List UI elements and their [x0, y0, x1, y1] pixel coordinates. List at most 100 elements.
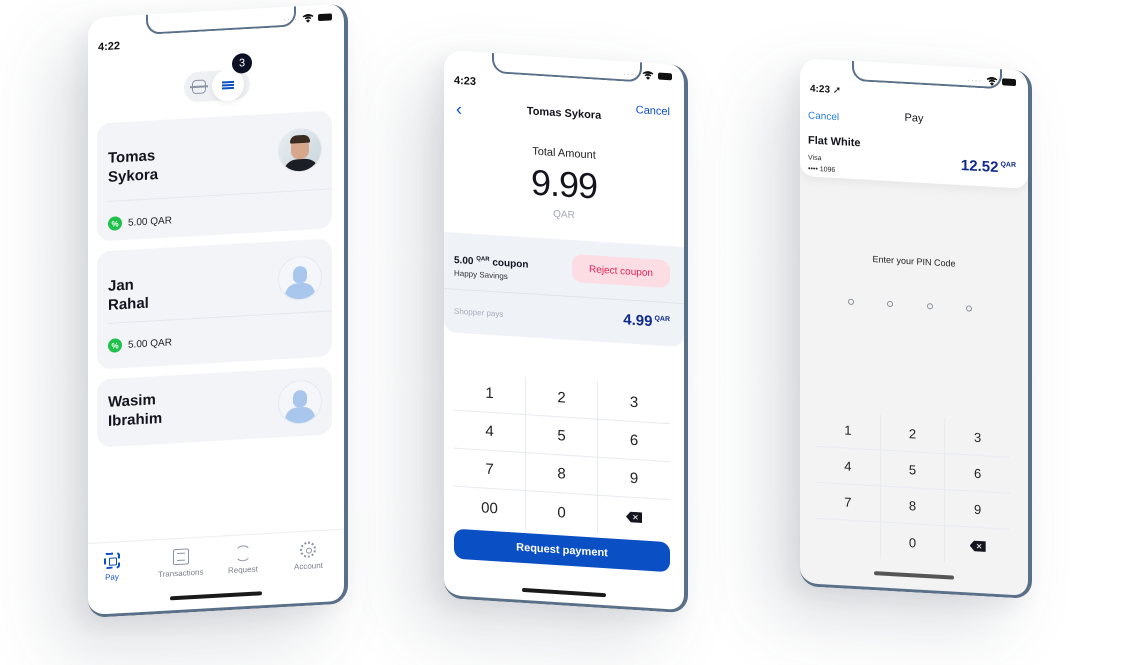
coupon-panel: 5.00 QAR coupon Happy Savings Reject cou… [444, 232, 684, 348]
tab-label: Account [294, 560, 323, 572]
signal-icon: ···· [283, 14, 298, 25]
key-delete[interactable]: ✕ [945, 526, 1010, 566]
status-time: 4:23 ➚ [810, 83, 842, 96]
key-4[interactable]: 4 [454, 410, 526, 454]
wifi-icon [302, 13, 314, 23]
shopper-pays-amount: 4.99 [623, 311, 653, 331]
home-indicator [522, 587, 606, 598]
key-7[interactable]: 7 [454, 448, 526, 492]
key-3[interactable]: 3 [598, 381, 670, 425]
reject-coupon-button[interactable]: Reject coupon [572, 254, 670, 289]
contact-card[interactable]: Wasim Ibrahim [97, 366, 332, 448]
tab-bar: Pay Transactions Request Account [88, 528, 344, 615]
home-indicator [170, 591, 262, 601]
backspace-icon: ✕ [626, 511, 642, 523]
phone-request-screen: 4:23 ···· ‹ Tomas Sykora Cancel Total Am… [444, 50, 688, 614]
key-2[interactable]: 2 [526, 377, 598, 420]
coupon-currency: QAR [476, 256, 490, 263]
coupon-title: 5.00 QAR coupon [454, 255, 528, 271]
home-indicator [874, 571, 954, 580]
view-toggle[interactable]: 3 [184, 52, 252, 103]
amount-keypad: 1 2 3 4 5 6 7 8 9 00 0 ✕ [454, 372, 670, 539]
tab-label: Request [228, 564, 258, 576]
tab-account[interactable]: Account [294, 541, 323, 572]
pin-prompt: Enter your PIN Code [872, 254, 956, 269]
key-empty [816, 518, 881, 559]
key-5[interactable]: 5 [526, 415, 598, 458]
key-0[interactable]: 0 [526, 491, 598, 534]
gear-icon [300, 541, 317, 559]
key-9[interactable]: 9 [598, 457, 670, 501]
wifi-icon [986, 77, 998, 86]
backspace-icon: ✕ [970, 540, 986, 552]
key-delete[interactable]: ✕ [598, 496, 670, 539]
pay-amount-currency: QAR [1000, 161, 1016, 170]
coupon-info: % 5.00 QAR [108, 213, 172, 231]
signal-icon: ···· [623, 69, 638, 80]
avatar-placeholder [278, 254, 322, 302]
tab-pay[interactable]: Pay [104, 552, 120, 582]
scan-icon[interactable] [192, 79, 206, 95]
phone-pin-screen: 4:23 ➚ ···· Cancel Pay Flat White Visa •… [800, 58, 1032, 599]
card-number: •••• 1096 [808, 165, 836, 174]
contact-name: Tomas Sykora [108, 143, 208, 187]
list-icon [222, 80, 234, 90]
coupon-amount: 5.00 QAR [128, 214, 172, 229]
coupon-percent-icon: % [108, 216, 122, 231]
key-6[interactable]: 6 [945, 454, 1010, 494]
notification-badge: 3 [232, 52, 252, 74]
battery-icon [1002, 78, 1016, 87]
key-4[interactable]: 4 [816, 446, 881, 487]
pin-dot [926, 303, 933, 310]
phone-contacts-screen: 4:22 ···· 3 Tomas Sykora % 5.00 QAR Jan … [88, 3, 348, 618]
shopper-pays-value: 4.99 QAR [623, 311, 670, 331]
coupon-amount: 5.00 [454, 254, 474, 268]
avatar-placeholder [278, 378, 322, 426]
pay-amount: 12.52 QAR [961, 157, 1016, 177]
key-2[interactable]: 2 [880, 414, 946, 455]
contact-card[interactable]: Tomas Sykora % 5.00 QAR [97, 110, 332, 242]
shopper-pays-label: Shopper pays [454, 306, 504, 319]
key-6[interactable]: 6 [598, 419, 670, 463]
key-1[interactable]: 1 [454, 372, 526, 416]
item-name: Flat White [808, 134, 861, 150]
signal-icon: ···· [967, 75, 982, 86]
tab-transactions[interactable]: Transactions [158, 548, 204, 580]
avatar [278, 126, 322, 174]
pin-dot [887, 300, 894, 308]
divider [108, 188, 332, 202]
key-00[interactable]: 00 [454, 486, 526, 530]
coupon-percent-icon: % [108, 338, 122, 353]
coupon-amount: 5.00 QAR [128, 336, 172, 351]
pay-amount-value: 12.52 [960, 156, 999, 177]
key-7[interactable]: 7 [816, 482, 881, 523]
status-time: 4:22 [98, 40, 121, 54]
pin-indicator [848, 298, 972, 312]
qr-scan-icon [104, 552, 120, 570]
page-title: Pay [904, 111, 924, 125]
cancel-button[interactable]: Cancel [636, 104, 670, 118]
pin-keypad: 1 2 3 4 5 6 7 8 9 0 ✕ [816, 410, 1010, 566]
tab-label: Transactions [158, 567, 204, 580]
coupon-name: Happy Savings [454, 268, 508, 282]
key-9[interactable]: 9 [945, 490, 1010, 530]
wifi-icon [642, 71, 654, 80]
tab-request[interactable]: Request [228, 544, 258, 576]
key-8[interactable]: 8 [880, 486, 946, 527]
list-icon [172, 548, 189, 566]
key-8[interactable]: 8 [526, 453, 598, 496]
payment-sheet: 4:23 ➚ ···· Cancel Pay Flat White Visa •… [800, 58, 1028, 189]
contact-name: Wasim Ibrahim [108, 387, 208, 431]
divider [444, 288, 684, 305]
key-0[interactable]: 0 [880, 522, 946, 563]
contact-card[interactable]: Jan Rahal % 5.00 QAR [97, 238, 332, 370]
refresh-icon [234, 544, 251, 562]
key-5[interactable]: 5 [880, 450, 946, 491]
battery-icon [658, 72, 672, 81]
shopper-pays-currency: QAR [654, 315, 670, 324]
tab-label: Pay [105, 572, 119, 583]
status-bar: 4:23 ➚ ···· [810, 75, 1016, 109]
key-1[interactable]: 1 [816, 410, 881, 451]
key-3[interactable]: 3 [945, 418, 1010, 458]
coupon-info: % 5.00 QAR [108, 335, 172, 353]
